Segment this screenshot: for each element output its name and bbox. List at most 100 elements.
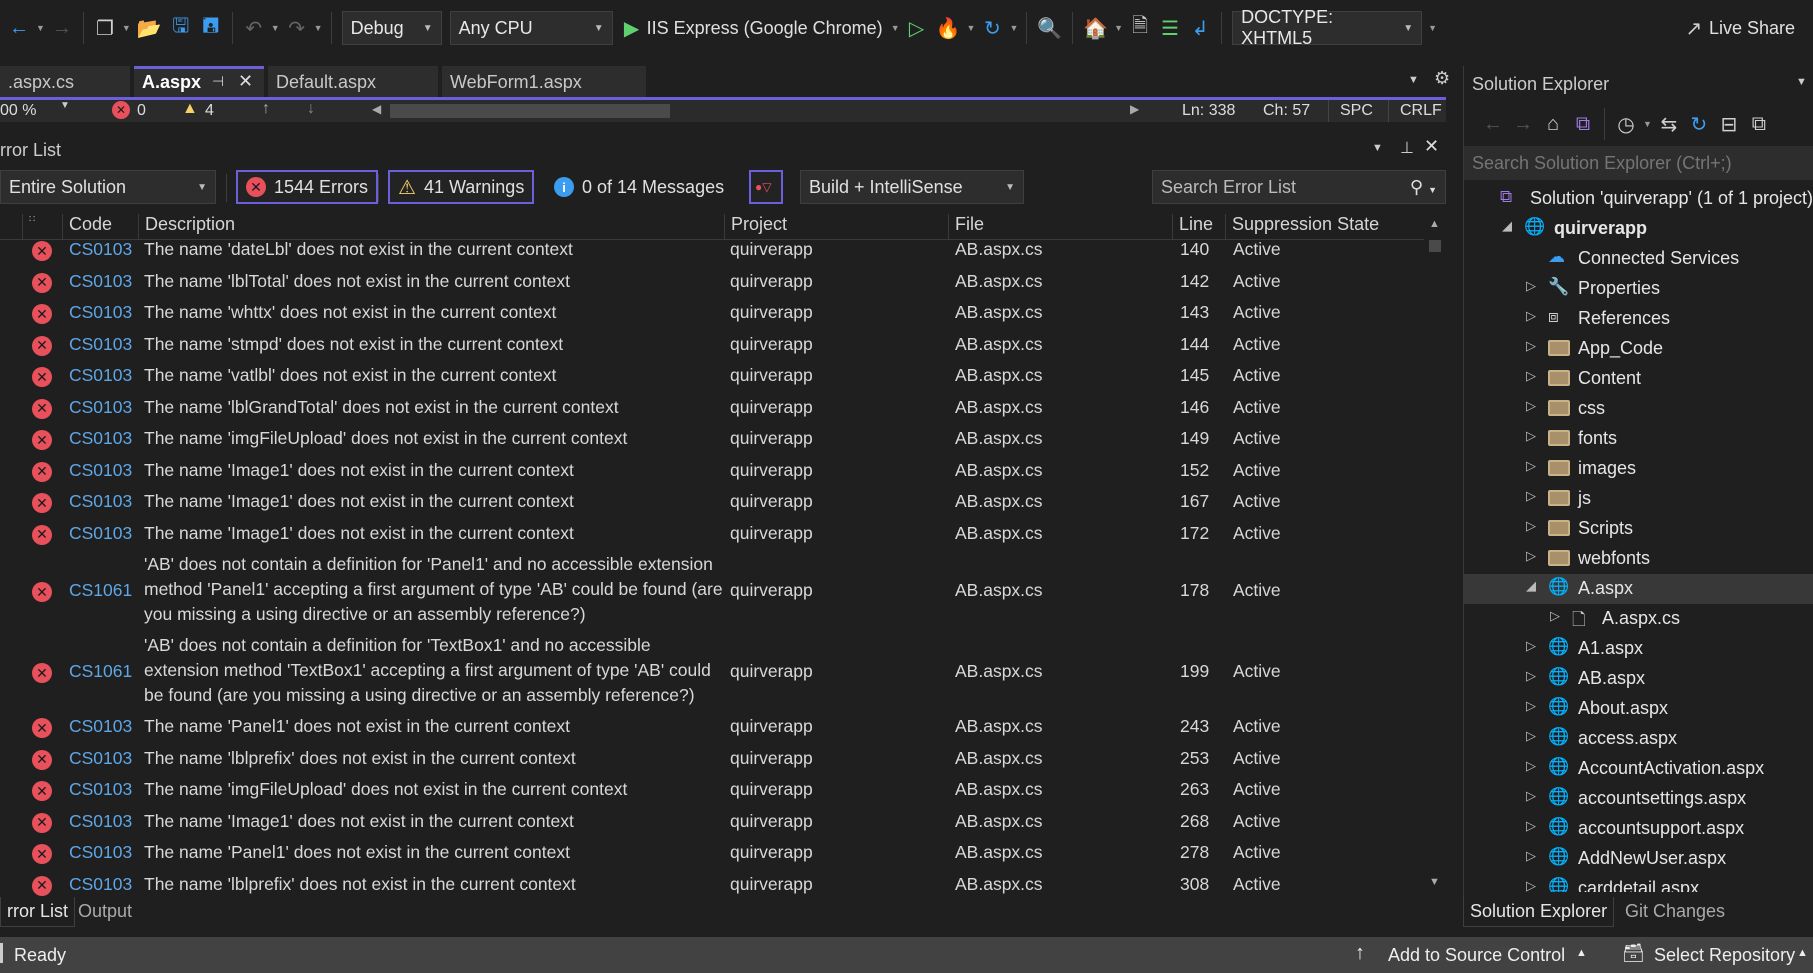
error-code-link[interactable]: CS0103 bbox=[69, 842, 132, 863]
expand-arrow-icon[interactable]: ▷ bbox=[1526, 428, 1536, 444]
error-row[interactable]: ✕ CS0103 The name 'stmpd' does not exist i… bbox=[0, 329, 1420, 361]
tree-item[interactable]: ▷ ⧈ References bbox=[1464, 304, 1813, 334]
scroll-left-icon[interactable]: ◀ bbox=[372, 102, 381, 116]
column-header-line[interactable]: Line bbox=[1172, 214, 1225, 240]
expand-arrow-icon[interactable]: ▷ bbox=[1526, 638, 1536, 654]
column-chooser-icon[interactable]: ∷ bbox=[22, 214, 62, 240]
error-row[interactable]: ✕ CS0103 The name 'Image1' does not exist … bbox=[0, 518, 1420, 550]
error-code-link[interactable]: CS1061 bbox=[69, 661, 132, 682]
error-code-link[interactable]: CS0103 bbox=[69, 365, 132, 386]
forward-icon[interactable]: → bbox=[1512, 109, 1534, 139]
tree-item[interactable]: ▷ 🌐 About.aspx bbox=[1464, 694, 1813, 724]
chevron-up-icon[interactable]: ▲ bbox=[1797, 947, 1808, 959]
current-project-filter-button[interactable]: ●▽ bbox=[749, 170, 783, 204]
hot-reload-icon[interactable]: 🔥 bbox=[936, 13, 961, 43]
error-code-link[interactable]: CS0103 bbox=[69, 811, 132, 832]
error-code-link[interactable]: CS0103 bbox=[69, 491, 132, 512]
format-document-icon[interactable]: ☰ bbox=[1159, 13, 1181, 43]
tab-solution-explorer[interactable]: Solution Explorer bbox=[1463, 897, 1615, 927]
tree-item[interactable]: ⧉ Solution 'quirverapp' (1 of 1 project) bbox=[1464, 184, 1813, 214]
tree-item[interactable]: ▷ 🗋 A.aspx.cs bbox=[1464, 604, 1813, 634]
expand-arrow-icon[interactable]: ▷ bbox=[1550, 608, 1560, 624]
undo-icon[interactable]: ↶ bbox=[243, 13, 265, 43]
expand-arrow-icon[interactable]: ▷ bbox=[1526, 698, 1536, 714]
error-code-link[interactable]: CS0103 bbox=[69, 302, 132, 323]
tree-item[interactable]: ◢ 🌐 quirverapp bbox=[1464, 214, 1813, 244]
error-row[interactable]: ✕ CS0103 The name 'imgFileUpload' does not… bbox=[0, 423, 1420, 455]
show-all-files-icon[interactable]: ⧉ bbox=[1748, 109, 1770, 139]
navigate-forward-icon[interactable]: → bbox=[51, 13, 73, 43]
tab-error-list[interactable]: rror List bbox=[0, 897, 76, 927]
error-code-link[interactable]: CS0103 bbox=[69, 523, 132, 544]
configuration-dropdown[interactable]: Debug ▼ bbox=[341, 11, 442, 45]
expand-arrow-icon[interactable]: ▷ bbox=[1526, 548, 1536, 564]
error-code-link[interactable]: CS0103 bbox=[69, 240, 132, 260]
tab-a-aspx[interactable]: A.aspx ⊣ ✕ bbox=[134, 66, 264, 98]
chevron-up-icon[interactable]: ▲ bbox=[1576, 947, 1587, 959]
pin-icon[interactable]: ⊣ bbox=[212, 73, 224, 90]
errors-filter-button[interactable]: ✕ 1544 Errors bbox=[236, 170, 379, 204]
expand-arrow-icon[interactable]: ▷ bbox=[1526, 308, 1536, 324]
filter-dropdown-icon[interactable]: ▼ bbox=[1643, 119, 1652, 129]
tree-item[interactable]: ▷ 🌐 AccountActivation.aspx bbox=[1464, 754, 1813, 784]
zoom-dropdown-icon[interactable]: ▼ bbox=[60, 100, 70, 111]
document-outline-icon[interactable]: 🗎 bbox=[1129, 13, 1151, 43]
expand-arrow-icon[interactable]: ▷ bbox=[1526, 668, 1536, 684]
error-row[interactable]: ✕ CS0103 The name 'vatlbl' does not exist … bbox=[0, 360, 1420, 392]
tab-default-aspx[interactable]: Default.aspx bbox=[268, 66, 438, 98]
tree-item[interactable]: ▷ css bbox=[1464, 394, 1813, 424]
close-tab-icon[interactable]: ✕ bbox=[238, 71, 253, 92]
tab-output[interactable]: Output bbox=[72, 897, 138, 927]
word-wrap-icon[interactable]: ↲ bbox=[1189, 13, 1211, 43]
tree-item[interactable]: ▷ 🔧 Properties bbox=[1464, 274, 1813, 304]
zoom-level[interactable]: 00 % bbox=[0, 102, 36, 120]
error-row[interactable]: ✕ CS0103 The name 'Image1' does not exist … bbox=[0, 455, 1420, 487]
error-row[interactable]: ✕ CS0103 The name 'Panel1' does not exist … bbox=[0, 711, 1420, 743]
tree-item[interactable]: ▷ 🌐 accountsupport.aspx bbox=[1464, 814, 1813, 844]
next-issue-icon[interactable]: ↓ bbox=[307, 100, 315, 118]
platform-dropdown[interactable]: Any CPU ▼ bbox=[449, 11, 613, 45]
column-header-project[interactable]: Project bbox=[724, 214, 948, 240]
redo-icon[interactable]: ↷ bbox=[286, 13, 308, 43]
new-item-dropdown-icon[interactable]: ▼ bbox=[122, 23, 131, 33]
scrollbar-thumb[interactable] bbox=[1429, 240, 1441, 252]
tree-item[interactable]: ▷ webfonts bbox=[1464, 544, 1813, 574]
sync-with-active-document-icon[interactable]: ⇆ bbox=[1658, 109, 1680, 139]
scope-dropdown[interactable]: Entire Solution ▼ bbox=[0, 170, 216, 204]
tree-item[interactable]: ▷ js bbox=[1464, 484, 1813, 514]
error-row[interactable]: ✕ CS0103 The name 'Image1' does not exist … bbox=[0, 486, 1420, 518]
expand-arrow-icon[interactable]: ▷ bbox=[1526, 818, 1536, 834]
start-without-debugging-icon[interactable]: ▷ bbox=[906, 13, 928, 43]
window-position-dropdown-icon[interactable]: ▼ bbox=[1372, 142, 1383, 154]
tree-item[interactable]: ▷ Scripts bbox=[1464, 514, 1813, 544]
open-folder-icon[interactable]: 📂 bbox=[137, 13, 162, 43]
collapse-arrow-icon[interactable]: ◢ bbox=[1526, 578, 1536, 594]
error-row[interactable]: ✕ CS0103 The name 'imgFileUpload' does not… bbox=[0, 774, 1420, 806]
editor-error-count[interactable]: 0 bbox=[137, 102, 146, 120]
switch-views-icon[interactable]: ⧉ bbox=[1572, 109, 1594, 139]
tab-a-aspx-cs[interactable]: .aspx.cs bbox=[0, 66, 130, 98]
doctype-dropdown[interactable]: DOCTYPE: XHTML5 ▼ bbox=[1232, 7, 1423, 48]
build-source-dropdown[interactable]: Build + IntelliSense ▼ bbox=[800, 170, 1024, 204]
tree-item[interactable]: ▷ Content bbox=[1464, 364, 1813, 394]
expand-arrow-icon[interactable]: ▷ bbox=[1526, 398, 1536, 414]
error-row[interactable]: ✕ CS0103 The name 'dateLbl' does not exist… bbox=[0, 240, 1420, 266]
tree-item[interactable]: ☁ Connected Services bbox=[1464, 244, 1813, 274]
browser-refresh-icon[interactable]: ↻ bbox=[981, 13, 1003, 43]
error-code-link[interactable]: CS0103 bbox=[69, 748, 132, 769]
expand-arrow-icon[interactable]: ▷ bbox=[1526, 488, 1536, 504]
back-icon[interactable]: ← bbox=[1482, 109, 1504, 139]
scroll-right-icon[interactable]: ▶ bbox=[1130, 102, 1139, 116]
error-code-link[interactable]: CS0103 bbox=[69, 271, 132, 292]
pin-icon[interactable]: ⊥ bbox=[1400, 138, 1414, 158]
tree-item[interactable]: ▷ fonts bbox=[1464, 424, 1813, 454]
error-code-link[interactable]: CS0103 bbox=[69, 716, 132, 737]
add-to-source-control-button[interactable]: Add to Source Control bbox=[1388, 945, 1565, 966]
indent-mode[interactable]: SPC bbox=[1340, 102, 1373, 120]
error-row[interactable]: ✕ CS0103 The name 'lblTotal' does not exis… bbox=[0, 266, 1420, 298]
save-all-icon[interactable]: 🖪 bbox=[200, 13, 222, 43]
error-row[interactable]: ✕ CS0103 The name 'lblprefix' does not exi… bbox=[0, 869, 1420, 899]
expand-arrow-icon[interactable]: ▷ bbox=[1526, 518, 1536, 534]
error-row[interactable]: ✕ CS0103 The name 'lblGrandTotal' does not… bbox=[0, 392, 1420, 424]
tab-git-changes[interactable]: Git Changes bbox=[1619, 897, 1731, 927]
